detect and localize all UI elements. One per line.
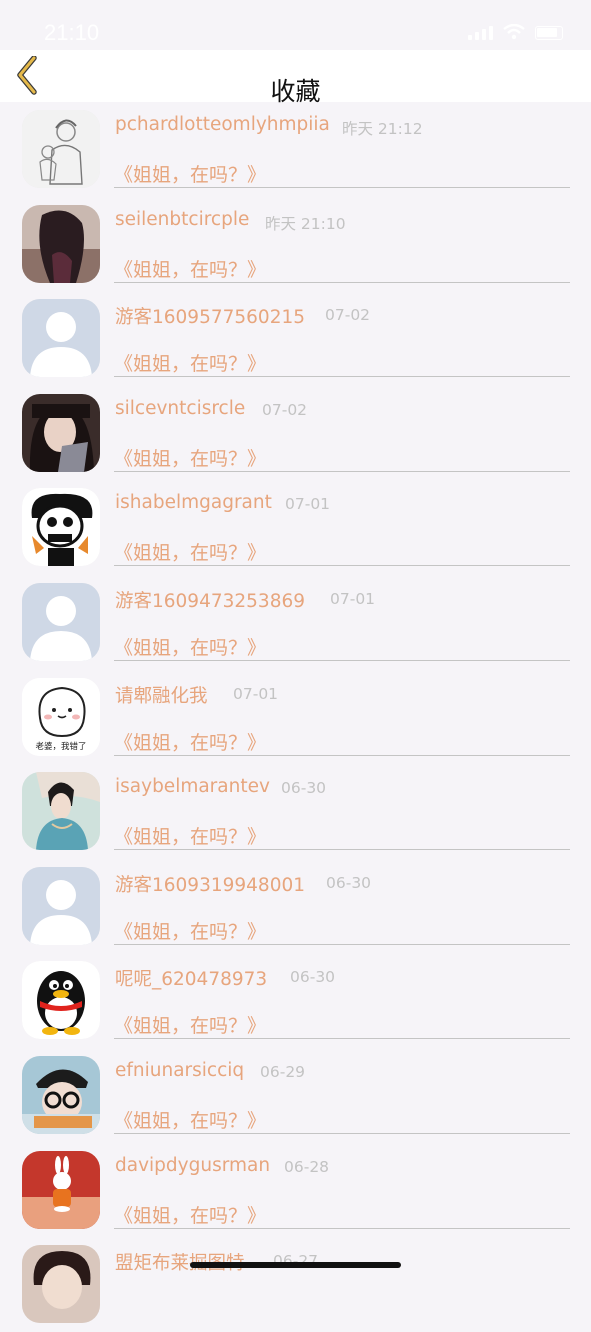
item-timestamp: 06-29 (260, 1062, 306, 1081)
list-item[interactable]: pchardlotteomlyhmpiia 昨天 21:12 《姐姐，在吗？》 (0, 102, 591, 197)
list-item[interactable]: efniunarsicciq 06-29 《姐姐，在吗？》 (0, 1048, 591, 1143)
girl-portrait-avatar (22, 393, 100, 472)
item-timestamp: 06-28 (284, 1157, 330, 1176)
item-username: ishabelmgagrant (115, 492, 272, 514)
wifi-icon (503, 24, 525, 40)
signal-icon (468, 26, 493, 40)
status-icons (468, 24, 563, 40)
item-username: 呢呢_620478973 (115, 969, 268, 991)
item-message: 《姐姐，在吗？》 (114, 353, 267, 376)
item-username: 游客1609577560215 (115, 307, 306, 329)
list-item[interactable]: 老婆，我错了 请郫融化我 07-01 《姐姐，在吗？》 (0, 670, 591, 765)
divider (114, 849, 570, 851)
list-item[interactable]: isaybelmarantev 06-30 《姐姐，在吗？》 (0, 764, 591, 859)
list-item[interactable]: seilenbtcircple 昨天 21:10 《姐姐，在吗？》 (0, 197, 591, 292)
divider (114, 470, 570, 472)
divider (114, 376, 570, 378)
avatar-caption: 老婆，我错了 (35, 741, 87, 752)
item-message: 《姐姐，在吗？》 (114, 920, 267, 943)
list-item[interactable]: 游客1609473253869 07-01 《姐姐，在吗？》 (0, 575, 591, 670)
item-message: 《姐姐，在吗？》 (114, 447, 267, 470)
default-person-avatar (22, 582, 100, 661)
list-item[interactable]: 盟矩布莱掘图特 06-27 (0, 1237, 591, 1332)
item-message: 《姐姐，在吗？》 (114, 164, 267, 186)
divider (114, 754, 570, 756)
divider (114, 187, 570, 188)
divider (114, 1227, 570, 1229)
item-username: davipdygusrman (115, 1154, 271, 1176)
list-item[interactable]: 呢呢_620478973 06-30 《姐姐，在吗？》 (0, 953, 591, 1048)
favorites-list: pchardlotteomlyhmpiia 昨天 21:12 《姐姐，在吗？》 … (0, 102, 591, 1332)
item-timestamp: 07-01 (233, 684, 279, 703)
item-username: 请郫融化我 (115, 685, 208, 707)
item-timestamp: 06-30 (326, 873, 372, 892)
list-item[interactable]: 游客1609319948001 06-30 《姐姐，在吗？》 (0, 859, 591, 954)
default-person-avatar (22, 866, 100, 945)
item-username: isaybelmarantev (115, 776, 270, 798)
item-username: silcevntcisrcle (115, 397, 246, 419)
item-username: pchardlotteomlyhmpiia (115, 114, 330, 135)
divider (114, 943, 570, 945)
item-message: 《姐姐，在吗？》 (114, 731, 267, 754)
divider (114, 281, 570, 283)
item-timestamp: 07-01 (285, 495, 331, 514)
anime-boy-avatar (22, 1245, 100, 1324)
status-time: 21:10 (44, 20, 100, 45)
list-item[interactable]: 游客1609577560215 07-02 《姐姐，在吗？》 (0, 291, 591, 386)
sketch-mother-child-avatar (22, 110, 100, 188)
item-timestamp: 07-02 (325, 306, 371, 325)
skeleton-cartoon-avatar (22, 488, 100, 567)
list-item[interactable]: davipdygusrman 06-28 《姐姐，在吗？》 (0, 1143, 591, 1238)
divider (114, 565, 570, 567)
item-timestamp: 06-30 (290, 968, 336, 987)
list-item[interactable]: silcevntcisrcle 07-02 《姐姐，在吗？》 (0, 386, 591, 481)
cap-glasses-avatar (22, 1055, 100, 1134)
status-bar: 21:10 (0, 0, 591, 50)
item-username: 游客1609319948001 (115, 874, 306, 896)
item-message: 《姐姐，在吗？》 (114, 1015, 267, 1038)
item-timestamp: 07-02 (262, 400, 308, 419)
cute-blob-avatar: 老婆，我错了 (22, 677, 100, 756)
divider (114, 659, 570, 661)
item-timestamp: 昨天 21:10 (265, 214, 346, 233)
divider (114, 1132, 570, 1134)
item-message: 《姐姐，在吗？》 (114, 258, 267, 281)
item-message: 《姐姐，在吗？》 (114, 636, 267, 659)
item-username: seilenbtcircple (115, 208, 250, 230)
nav-bar: 收藏 (0, 50, 591, 106)
item-message: 《姐姐，在吗？》 (114, 1109, 267, 1132)
item-username: efniunarsicciq (115, 1059, 245, 1081)
divider (114, 1038, 570, 1040)
item-username: 游客1609473253869 (115, 590, 306, 612)
item-message: 《姐姐，在吗？》 (114, 826, 267, 849)
item-timestamp: 昨天 21:12 (342, 120, 423, 138)
list-item[interactable]: ishabelmgagrant 07-01 《姐姐，在吗？》 (0, 480, 591, 575)
item-timestamp: 07-01 (330, 589, 376, 608)
item-message: 《姐姐，在吗？》 (114, 542, 267, 565)
item-message: 《姐姐，在吗？》 (114, 1204, 267, 1227)
item-timestamp: 06-30 (281, 779, 327, 798)
battery-icon (535, 26, 563, 40)
bunny-figure-avatar (22, 1150, 100, 1229)
penguin-avatar (22, 961, 100, 1040)
hanfu-girl-avatar (22, 772, 100, 851)
home-indicator[interactable] (190, 1262, 401, 1268)
default-person-avatar (22, 299, 100, 378)
girl-long-hair-avatar (22, 204, 100, 283)
